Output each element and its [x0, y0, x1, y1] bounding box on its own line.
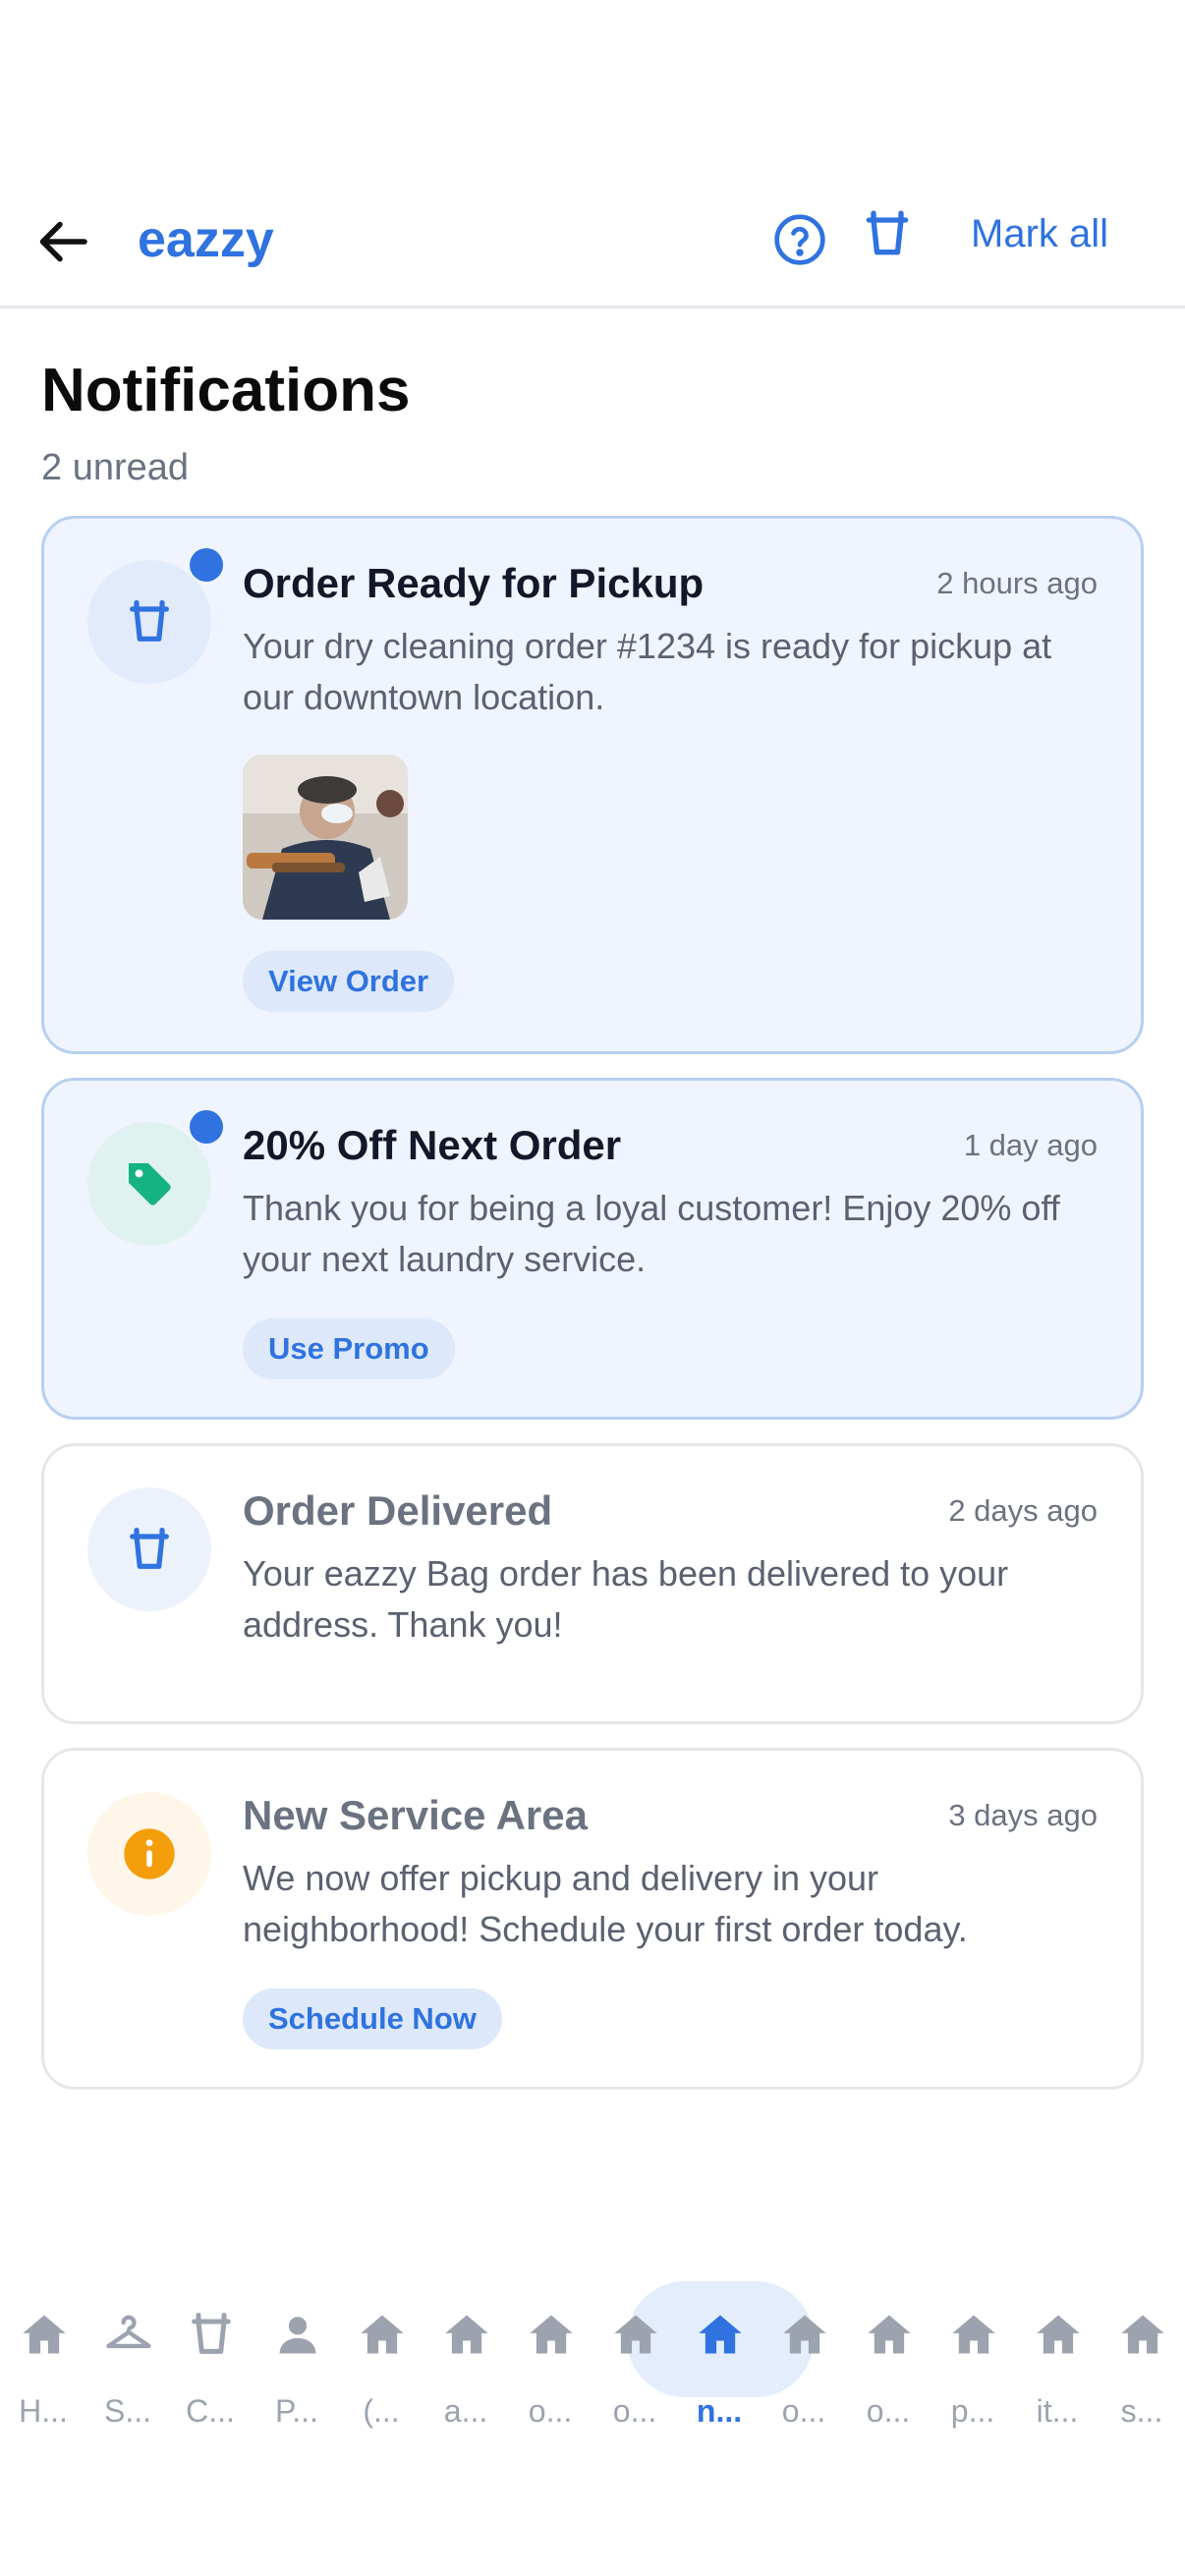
nav-item-9[interactable]: o...: [762, 2281, 846, 2438]
notification-body: Your eazzy Bag order has been delivered …: [243, 1553, 1009, 1645]
notification-avatar: [87, 1122, 211, 1246]
help-circle-icon: [774, 214, 825, 265]
notification-title: New Service Area: [243, 1792, 588, 1838]
nav-item-label: o...: [528, 2393, 573, 2429]
notification-avatar: [87, 1792, 211, 1916]
home-icon: [1117, 2309, 1168, 2360]
nav-item-label: (...: [363, 2393, 400, 2429]
nav-item-label: s...: [1120, 2393, 1163, 2429]
notification-avatar: [87, 1487, 211, 1611]
nav-item-4[interactable]: (...: [339, 2281, 423, 2438]
bag-icon: [130, 1527, 169, 1569]
notification-title: Order Ready for Pickup: [243, 560, 705, 606]
nav-item-label: H...: [19, 2393, 68, 2429]
nav-item-6[interactable]: o...: [508, 2281, 592, 2438]
home-icon: [864, 2309, 915, 2360]
nav-item-12[interactable]: it...: [1015, 2281, 1100, 2438]
home-icon: [1033, 2309, 1084, 2360]
info-icon: [124, 1828, 175, 1879]
nav-item-label: a...: [443, 2393, 488, 2429]
person-icon: [272, 2309, 323, 2360]
unread-dot: [190, 548, 223, 582]
page-title: Notifications: [41, 357, 411, 424]
notification-card-order-ready[interactable]: Order Ready for Pickup 2 hours ago Your …: [41, 516, 1144, 1054]
nav-item-1[interactable]: S...: [85, 2281, 170, 2438]
bag-icon: [866, 210, 909, 255]
nav-item-2[interactable]: C...: [168, 2281, 253, 2438]
bag-icon: [130, 599, 169, 642]
nav-item-3[interactable]: P...: [254, 2281, 339, 2438]
nav-item-7[interactable]: o...: [592, 2281, 677, 2438]
bag-icon: [186, 2309, 237, 2360]
order-thumbnail-image[interactable]: [243, 755, 408, 920]
notification-body: We now offer pickup and delivery in your…: [243, 1858, 968, 1949]
help-button[interactable]: [772, 212, 827, 267]
nav-item-0[interactable]: H...: [1, 2281, 85, 2438]
nav-item-5[interactable]: a...: [423, 2281, 508, 2438]
notification-body: Your dry cleaning order #1234 is ready f…: [243, 626, 1052, 717]
home-icon: [695, 2309, 746, 2360]
view-order-button[interactable]: View Order: [243, 951, 455, 1012]
use-promo-button[interactable]: Use Promo: [243, 1318, 455, 1379]
home-icon: [357, 2309, 408, 2360]
home-icon: [19, 2309, 70, 2360]
nav-item-label: o...: [866, 2393, 911, 2429]
nav-item-label: o...: [781, 2393, 826, 2429]
home-icon: [610, 2309, 661, 2360]
home-icon: [948, 2309, 999, 2360]
notification-card-service-area[interactable]: New Service Area 3 days ago We now offer…: [41, 1748, 1144, 2090]
notification-title: 20% Off Next Order: [243, 1122, 622, 1168]
notification-title: Order Delivered: [243, 1487, 553, 1534]
nav-item-label: C...: [186, 2393, 235, 2429]
notification-card-delivered[interactable]: Order Delivered 2 days ago Your eazzy Ba…: [41, 1443, 1144, 1724]
hanger-icon: [103, 2309, 154, 2360]
notification-card-promo[interactable]: 20% Off Next Order 1 day ago Thank you f…: [41, 1078, 1144, 1420]
notification-time: 1 day ago: [963, 1128, 1098, 1162]
home-icon: [779, 2309, 830, 2360]
nav-item-label: P...: [275, 2393, 318, 2429]
notification-time: 2 hours ago: [936, 566, 1098, 600]
bag-button[interactable]: [860, 206, 915, 261]
nav-item-10[interactable]: o...: [846, 2281, 931, 2438]
bottom-nav: H... S... C... P... (... a... o... o... n... o...…: [0, 2260, 1185, 2436]
notification-time: 2 days ago: [948, 1493, 1098, 1528]
nav-item-8[interactable]: n...: [677, 2281, 762, 2438]
tag-icon: [129, 1163, 171, 1205]
home-icon: [441, 2309, 492, 2360]
unread-count: 2 unread: [41, 447, 190, 488]
unread-dot: [190, 1110, 223, 1144]
brand-logo: eazzy: [138, 211, 274, 268]
home-icon: [526, 2309, 577, 2360]
nav-item-label: S...: [103, 2393, 151, 2429]
nav-item-label: n...: [696, 2393, 743, 2429]
app-header: eazzy Mark all: [0, 187, 1185, 308]
nav-item-11[interactable]: p...: [931, 2281, 1015, 2438]
nav-item-label: o...: [612, 2393, 657, 2429]
arrow-left-icon: [39, 221, 87, 262]
nav-item-label: p...: [950, 2393, 995, 2429]
schedule-now-button[interactable]: Schedule Now: [243, 1988, 502, 2049]
notification-avatar: [87, 560, 211, 684]
nav-item-13[interactable]: s...: [1100, 2281, 1184, 2438]
nav-item-label: it...: [1036, 2393, 1079, 2429]
back-button[interactable]: [35, 212, 94, 271]
notification-time: 3 days ago: [948, 1798, 1098, 1832]
notification-body: Thank you for being a loyal customer! En…: [243, 1188, 1060, 1279]
mark-all-button[interactable]: Mark all: [971, 212, 1108, 256]
